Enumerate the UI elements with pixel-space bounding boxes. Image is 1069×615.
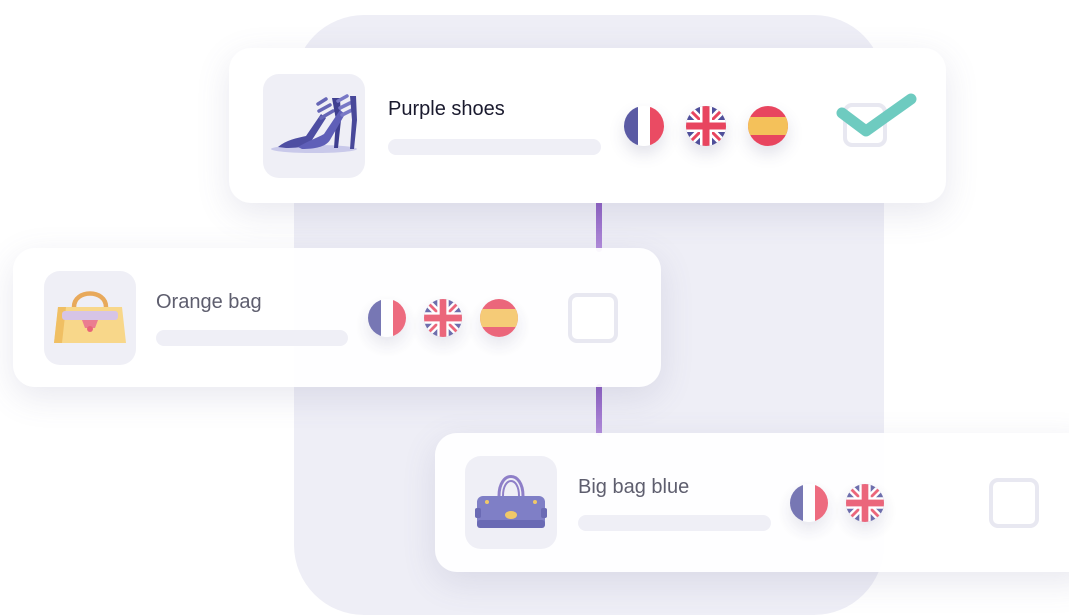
flag-france-icon bbox=[624, 106, 664, 146]
flag-spain-icon bbox=[748, 106, 788, 146]
product-name: Orange bag bbox=[156, 291, 262, 313]
placeholder-bar bbox=[156, 330, 348, 346]
select-checkbox[interactable] bbox=[989, 478, 1039, 528]
product-card-orange-bag[interactable]: Orange bag bbox=[13, 248, 661, 387]
product-name: Purple shoes bbox=[388, 98, 505, 120]
connector-line bbox=[596, 198, 602, 252]
product-thumbnail bbox=[44, 271, 136, 365]
flag-france-icon bbox=[790, 484, 828, 522]
flag-uk-icon bbox=[686, 106, 726, 146]
placeholder-bar bbox=[388, 139, 601, 155]
handbag-icon bbox=[52, 283, 128, 354]
placeholder-bar bbox=[578, 515, 771, 531]
flag-france-icon bbox=[368, 299, 406, 337]
product-thumbnail bbox=[263, 74, 365, 178]
product-name: Big bag blue bbox=[578, 476, 690, 498]
flag-uk-icon bbox=[424, 299, 462, 337]
duffel-bag-icon bbox=[473, 468, 549, 537]
product-card-big-bag-blue[interactable]: Big bag blue bbox=[435, 433, 1069, 572]
connector-line bbox=[596, 384, 602, 436]
flag-spain-icon bbox=[480, 299, 518, 337]
product-thumbnail bbox=[465, 456, 557, 549]
product-card-purple-shoes[interactable]: Purple shoes bbox=[229, 48, 946, 203]
flag-uk-icon bbox=[846, 484, 884, 522]
high-heel-shoes-icon bbox=[270, 92, 358, 161]
select-checkbox[interactable] bbox=[568, 293, 618, 343]
checkmark-icon bbox=[833, 90, 919, 149]
